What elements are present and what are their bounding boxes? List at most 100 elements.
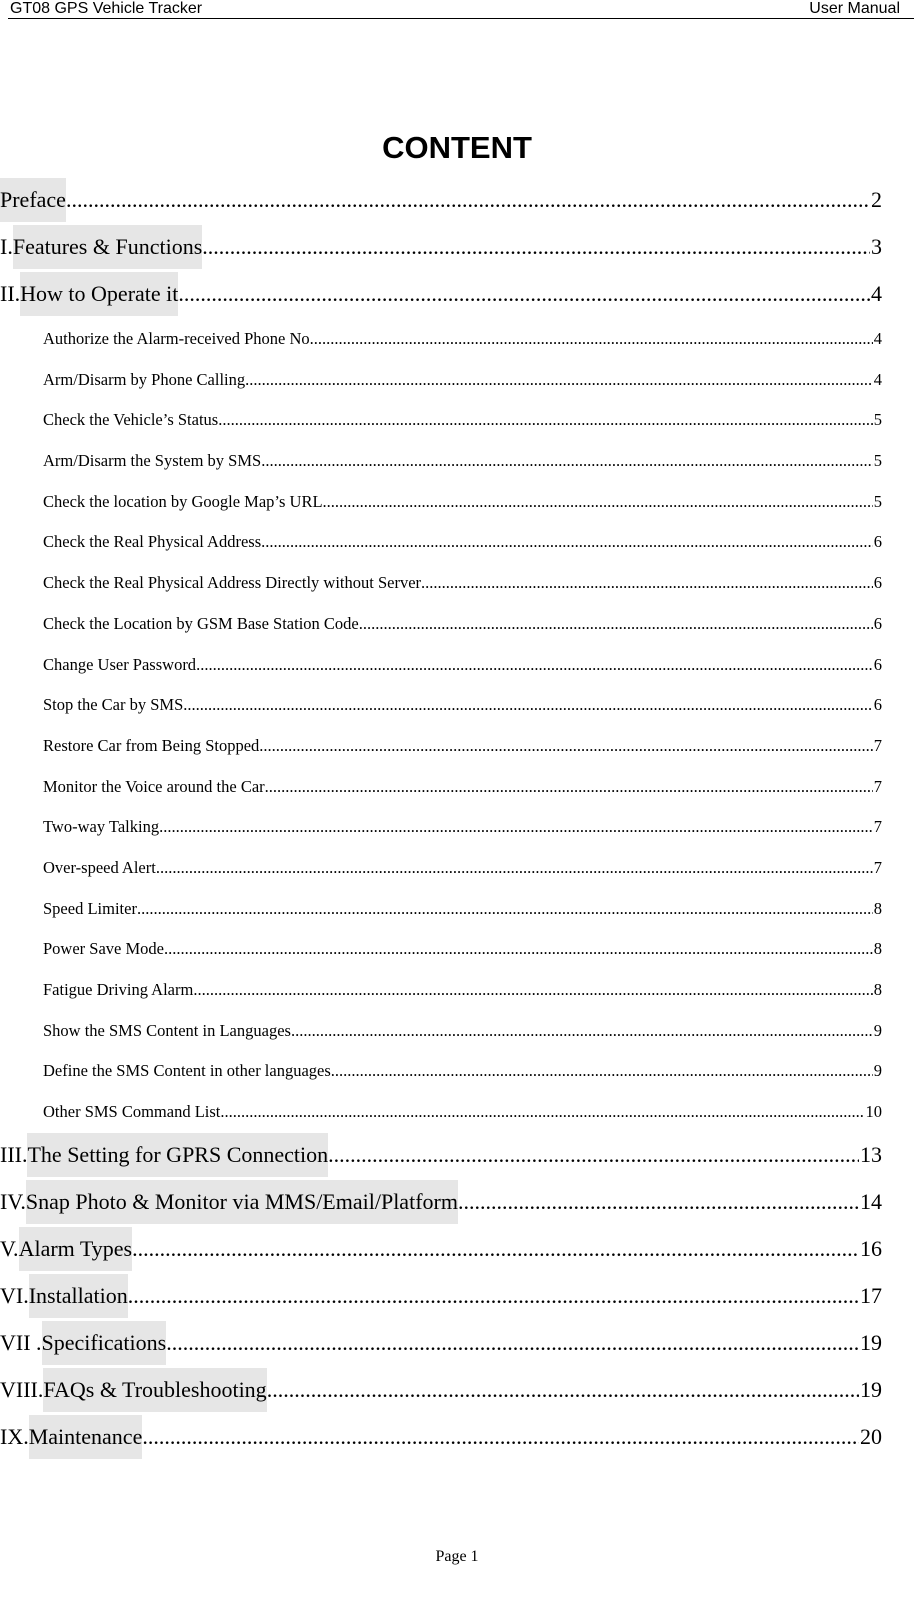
dot-leader	[178, 272, 870, 316]
toc-entry[interactable]: Over-speed Alert 7	[0, 848, 882, 889]
toc-entry-page: 8	[873, 980, 882, 999]
toc-entry[interactable]: V. Alarm Types 16	[0, 1226, 882, 1274]
toc-entry[interactable]: Change User Password 6	[0, 645, 882, 686]
toc-entry[interactable]: Define the SMS Content in other language…	[0, 1051, 882, 1092]
toc-entry-title: Authorize the Alarm-received Phone No	[43, 329, 310, 348]
dot-leader	[132, 1227, 859, 1271]
toc-entry-page: 6	[873, 573, 882, 593]
header-doc-type: User Manual	[809, 0, 900, 17]
dot-leader	[137, 889, 873, 929]
dot-leader	[66, 178, 870, 222]
toc-entry[interactable]: VIII. FAQs & Troubleshooting 19	[0, 1367, 882, 1415]
dot-leader	[265, 767, 873, 807]
toc-entry-title: The Setting for GPRS Connection	[27, 1132, 329, 1177]
toc-entry[interactable]: Two-way Talking 7	[0, 807, 882, 848]
toc-entry[interactable]: I. Features & Functions 3	[0, 225, 882, 272]
toc-entry[interactable]: Arm/Disarm the System by SMS 5	[0, 441, 882, 482]
toc-entry-title: Monitor the Voice around the Car	[43, 776, 265, 796]
dot-leader	[128, 1274, 859, 1318]
dot-leader	[183, 685, 872, 725]
toc-entry-number: VI.	[0, 1282, 29, 1308]
dot-leader	[142, 1415, 859, 1459]
toc-entry[interactable]: Power Save Mode 8	[0, 929, 882, 970]
toc-entry[interactable]: IX. Maintenance 20	[0, 1414, 882, 1462]
toc-entry-title: Check the location by Google Map’s URL	[43, 491, 323, 511]
dot-leader	[196, 645, 873, 685]
toc-entry-title: Fatigue Driving Alarm	[43, 980, 194, 999]
toc-entry-page: 13	[860, 1141, 882, 1167]
toc-entry-title: Power Save Mode	[43, 939, 164, 959]
toc-entry[interactable]: Authorize the Alarm-received Phone No 4	[0, 319, 882, 360]
toc-entry-page: 20	[860, 1423, 882, 1449]
toc-entry-title: Stop the Car by SMS	[43, 695, 184, 715]
toc-entry-title: Change User Password	[43, 654, 197, 674]
toc-entry-title: Installation	[28, 1273, 128, 1318]
toc-entry-page: 6	[873, 613, 882, 633]
toc-entry-title: Over-speed Alert	[43, 857, 156, 877]
toc-entry[interactable]: Check the Real Physical Address 6	[0, 522, 882, 563]
toc-entry-page: 6	[873, 695, 882, 715]
toc-entry-page: 7	[873, 776, 882, 796]
toc-entry-page: 19	[860, 1376, 882, 1402]
toc-entry[interactable]: Other SMS Command List 10	[0, 1092, 882, 1133]
toc-entry[interactable]: VI. Installation 17	[0, 1273, 882, 1321]
dot-leader	[291, 1011, 873, 1051]
toc-entry[interactable]: Check the location by Google Map’s URL 5	[0, 482, 882, 523]
dot-leader	[259, 726, 872, 766]
toc-entry[interactable]: IV. Snap Photo & Monitor via MMS/Email/P…	[0, 1179, 882, 1227]
toc-entry[interactable]: VII . Specifications 19	[0, 1320, 882, 1368]
toc-entry-title: How to Operate it	[20, 272, 179, 316]
toc-entry[interactable]: Fatigue Driving Alarm 8	[0, 970, 882, 1011]
toc-entry[interactable]: Check the Location by GSM Base Station C…	[0, 604, 882, 645]
dot-leader	[261, 441, 873, 481]
toc-entry[interactable]: Show the SMS Content in Languages 9	[0, 1011, 882, 1052]
toc-entry-title: Check the Location by GSM Base Station C…	[43, 613, 359, 633]
toc-entry-number: V.	[0, 1235, 19, 1261]
toc-entry[interactable]: Restore Car from Being Stopped 7	[0, 726, 882, 767]
dot-leader	[156, 848, 873, 888]
toc-entry-page: 5	[873, 491, 882, 511]
toc-entry-title: Features & Functions	[12, 225, 203, 269]
toc-entry-page: 16	[860, 1235, 882, 1261]
toc-entry-number: II.	[0, 281, 21, 306]
dot-leader	[323, 482, 873, 522]
toc-entry-number: III.	[0, 1141, 28, 1167]
dot-leader	[245, 360, 873, 400]
toc-entry[interactable]: III. The Setting for GPRS Connection 13	[0, 1132, 882, 1180]
toc-entry[interactable]: Preface 2	[0, 178, 882, 225]
toc-entry[interactable]: Speed Limiter 8	[0, 889, 882, 930]
toc-entry-title: FAQs & Troubleshooting	[43, 1367, 267, 1412]
toc-entry-title: Check the Real Physical Address Directly…	[43, 573, 422, 593]
page-title: CONTENT	[382, 130, 532, 165]
toc-entry-title: Define the SMS Content in other language…	[43, 1061, 331, 1081]
toc-entry-page: 4	[873, 369, 882, 389]
toc-entry-page: 8	[873, 939, 882, 959]
toc-entry-number: IV.	[0, 1188, 26, 1214]
dot-leader	[310, 319, 873, 359]
dot-leader	[220, 1092, 864, 1132]
toc-entry-title: Speed Limiter	[43, 898, 137, 918]
toc-entry-number: IX.	[0, 1423, 29, 1449]
toc-entry[interactable]: Monitor the Voice around the Car 7	[0, 767, 882, 808]
toc-entry[interactable]: II. How to Operate it 4	[0, 272, 882, 319]
toc-entry-page: 4	[873, 329, 882, 348]
header-product-name: GT08 GPS Vehicle Tracker	[10, 0, 203, 17]
toc-entry-title: Two-way Talking	[43, 817, 160, 837]
toc-entry[interactable]: Arm/Disarm by Phone Calling 4	[0, 360, 882, 401]
toc-entry[interactable]: Stop the Car by SMS 6	[0, 685, 882, 726]
toc-entry[interactable]: Check the Vehicle’s Status 5	[0, 400, 882, 441]
toc-entry-title: Preface	[0, 178, 66, 222]
toc-entry[interactable]: Check the Real Physical Address Directly…	[0, 563, 882, 604]
dot-leader	[166, 1321, 859, 1365]
toc-entry-page: 17	[860, 1282, 882, 1308]
toc-entry-page: 9	[873, 1020, 882, 1040]
dot-leader	[164, 929, 873, 969]
toc-entry-title: Arm/Disarm the System by SMS	[43, 451, 262, 471]
dot-leader	[267, 1368, 859, 1412]
toc-entry-page: 14	[860, 1188, 882, 1214]
toc-entry-page: 6	[873, 654, 882, 674]
toc-entry-page: 6	[873, 532, 882, 552]
toc-entry-page: 9	[873, 1061, 882, 1081]
dot-leader	[328, 1133, 859, 1177]
toc-entry-page: 5	[873, 410, 882, 430]
